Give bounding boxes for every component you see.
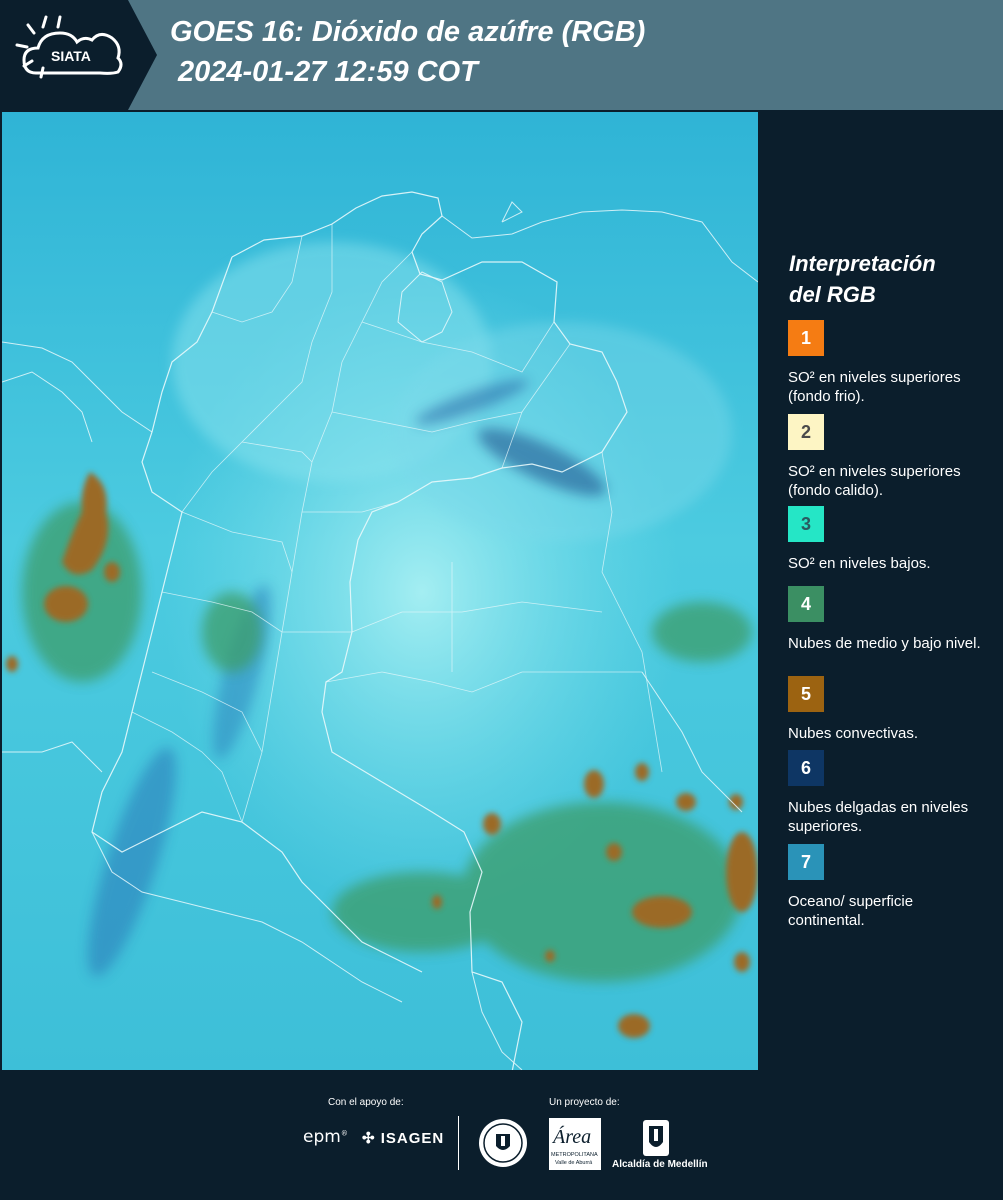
legend-text: Oceano/ superficie continental. bbox=[788, 893, 914, 929]
legend-text: Nubes de medio y bajo nivel. bbox=[788, 635, 981, 652]
medellin-crest-icon bbox=[641, 1118, 671, 1163]
isagen-icon: ✣ bbox=[362, 1130, 376, 1147]
legend-text: SO² en niveles superiores (fondo calido)… bbox=[788, 463, 961, 499]
legend-swatch: 3 bbox=[788, 506, 824, 542]
legend-swatch: 5 bbox=[788, 676, 824, 712]
isagen-logo: ✣ ISAGEN bbox=[362, 1129, 444, 1147]
area-text: Área bbox=[553, 1126, 592, 1148]
legend-swatch: 6 bbox=[788, 750, 824, 786]
medellin-seal-icon bbox=[478, 1118, 528, 1173]
legend-item: 5 Nubes convectivas. bbox=[788, 676, 998, 743]
page-title: GOES 16: Dióxido de azúfre (RGB) bbox=[170, 16, 646, 48]
legend-text: SO² en niveles superiores (fondo frio). bbox=[788, 369, 961, 405]
legend-item: 2 SO² en niveles superiores (fondo calido… bbox=[788, 414, 998, 500]
siata-logo: SIATA bbox=[0, 0, 157, 110]
legend-swatch: 7 bbox=[788, 844, 824, 880]
legend-title-line2: del RGB bbox=[789, 282, 876, 307]
timestamp: 2024-01-27 12:59 COT bbox=[178, 56, 478, 88]
area-sub1: METROPOLITANA bbox=[551, 1152, 598, 1158]
legend-swatch: 1 bbox=[788, 320, 824, 356]
project-label: Un proyecto de: bbox=[549, 1097, 620, 1108]
alcaldia-label: Alcaldía de Medellín bbox=[612, 1159, 708, 1170]
area-metropolitana-logo: Área METROPOLITANA Valle de Aburrá bbox=[549, 1118, 601, 1170]
legend-swatch: 2 bbox=[788, 414, 824, 450]
logo-text: SIATA bbox=[51, 48, 91, 64]
legend-item: 3 SO² en niveles bajos. bbox=[788, 506, 998, 573]
legend-item: 1 SO² en niveles superiores (fondo frio). bbox=[788, 320, 998, 406]
footer-divider bbox=[458, 1116, 459, 1170]
legend-title: Interpretación del RGB bbox=[789, 248, 989, 310]
area-sub2: Valle de Aburrá bbox=[555, 1160, 593, 1166]
epm-text: epm bbox=[303, 1127, 341, 1147]
footer: Con el apoyo de: Un proyecto de: epm® ✣ … bbox=[0, 1070, 1003, 1200]
satellite-map[interactable] bbox=[2, 112, 758, 1070]
legend-panel: Interpretación del RGB 1 SO² en niveles s… bbox=[760, 110, 1003, 1070]
isagen-text: ISAGEN bbox=[380, 1130, 445, 1147]
legend-title-line1: Interpretación bbox=[789, 251, 936, 276]
support-label: Con el apoyo de: bbox=[328, 1097, 404, 1108]
legend-item: 4 Nubes de medio y bajo nivel. bbox=[788, 586, 998, 653]
legend-text: Nubes convectivas. bbox=[788, 725, 919, 742]
legend-swatch: 4 bbox=[788, 586, 824, 622]
epm-logo: epm® bbox=[303, 1127, 348, 1147]
legend-item: 6 Nubes delgadas en niveles superiores. bbox=[788, 750, 998, 836]
legend-text: Nubes delgadas en niveles superiores. bbox=[788, 799, 969, 835]
legend-item: 7 Oceano/ superficie continental. bbox=[788, 844, 998, 930]
legend-text: SO² en niveles bajos. bbox=[788, 555, 931, 572]
header-bar: SIATA GOES 16: Dióxido de azúfre (RGB) 2… bbox=[0, 0, 1003, 110]
